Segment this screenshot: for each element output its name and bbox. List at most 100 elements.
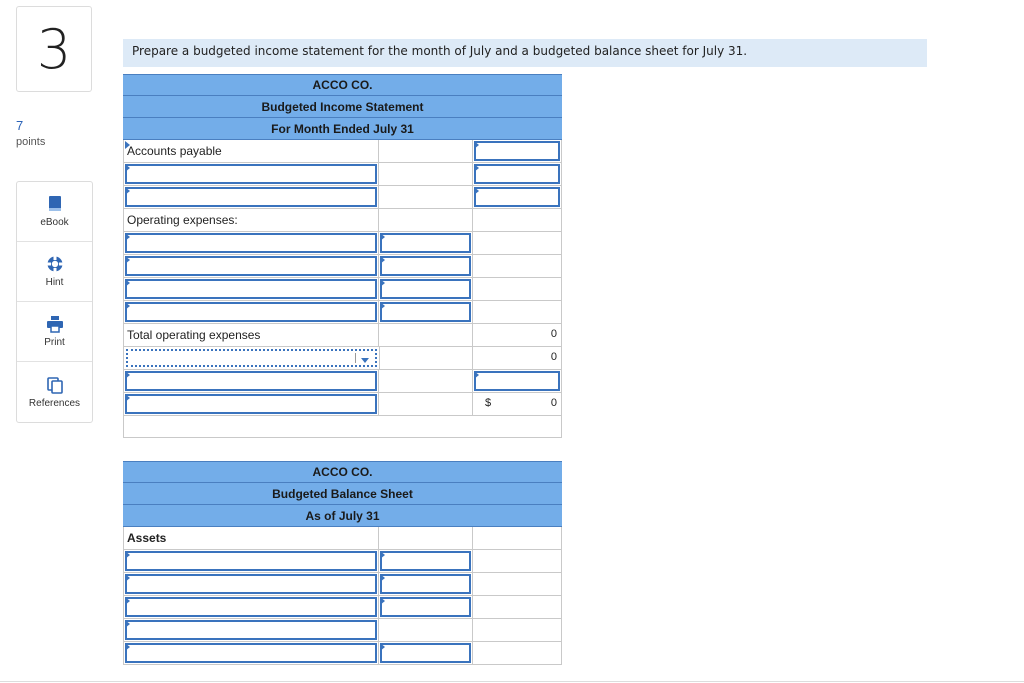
input-marker-icon (125, 256, 130, 264)
table-row (123, 596, 562, 619)
expense-amount-input[interactable] (380, 256, 471, 276)
input-marker-icon (380, 574, 385, 582)
input-marker-icon (474, 371, 479, 379)
expense-label-input[interactable] (125, 233, 377, 253)
question-number: 3 (16, 6, 92, 92)
input-marker-icon (125, 164, 130, 172)
asset-amount-input[interactable] (380, 574, 471, 594)
table-row (123, 642, 562, 665)
input-marker-icon (474, 187, 479, 195)
asset-label-input[interactable] (125, 597, 377, 617)
table-row: Operating expenses: (123, 209, 562, 232)
table-row: 0 (123, 347, 562, 370)
table-row (123, 619, 562, 642)
book-icon (48, 196, 61, 211)
balance-period: As of July 31 (123, 505, 562, 527)
table-row (123, 232, 562, 255)
input-marker-icon (125, 302, 130, 310)
asset-amount-input[interactable] (380, 551, 471, 571)
operating-expenses-label: Operating expenses: (127, 213, 238, 227)
amount-input[interactable] (474, 164, 560, 184)
input-marker-icon (380, 256, 385, 264)
asset-amount-input[interactable] (380, 643, 471, 663)
input-marker-icon (125, 233, 130, 241)
input-marker-icon (380, 551, 385, 559)
points-value: 7 (16, 118, 24, 133)
label-input[interactable] (125, 371, 377, 391)
input-marker-icon (474, 141, 479, 149)
accounts-payable-label: Accounts payable (127, 144, 222, 158)
table-row: Total operating expenses 0 (123, 324, 562, 347)
references-button[interactable]: References (17, 362, 92, 422)
tool-panel: eBook Hint Print References (16, 181, 93, 423)
input-marker-icon (125, 279, 130, 287)
points-label: points (16, 136, 46, 148)
dollar-sign: $ (485, 397, 492, 409)
amount-input[interactable] (474, 371, 560, 391)
table-row (123, 163, 562, 186)
table-spacer (123, 416, 562, 438)
print-label: Print (44, 337, 65, 348)
hint-label: Hint (45, 277, 64, 288)
hint-button[interactable]: Hint (17, 242, 92, 302)
table-row: Assets (123, 527, 562, 550)
table-row: $0 (123, 393, 562, 416)
expense-label-input[interactable] (125, 302, 377, 322)
table-row: Accounts payable (123, 140, 562, 163)
print-button[interactable]: Print (17, 302, 92, 362)
input-marker-icon (380, 233, 385, 241)
chevron-down-icon (361, 358, 369, 363)
asset-amount-input[interactable] (380, 597, 471, 617)
expense-label-input[interactable] (125, 256, 377, 276)
dropdown-row-value: 0 (550, 351, 557, 363)
label-input[interactable] (125, 187, 377, 207)
asset-label-input[interactable] (125, 574, 377, 594)
question-prompt: Prepare a budgeted income statement for … (123, 39, 927, 67)
expense-amount-input[interactable] (380, 279, 471, 299)
balance-title: Budgeted Balance Sheet (123, 483, 562, 505)
input-marker-icon (474, 164, 479, 172)
line-item-dropdown[interactable] (126, 349, 377, 367)
printer-icon (46, 316, 63, 333)
table-row (123, 550, 562, 573)
table-row (123, 573, 562, 596)
final-total-value: 0 (550, 397, 557, 409)
input-marker-icon (380, 279, 385, 287)
input-marker-icon (125, 187, 130, 195)
copy-icon (46, 376, 63, 394)
page-bottom-divider (0, 681, 1024, 682)
balance-sheet-table: ACCO CO. Budgeted Balance Sheet As of Ju… (123, 461, 562, 665)
label-input[interactable] (125, 394, 377, 414)
input-marker-icon (125, 551, 130, 559)
table-row (123, 255, 562, 278)
expense-amount-input[interactable] (380, 302, 471, 322)
lifebuoy-icon (46, 256, 63, 272)
ebook-button[interactable]: eBook (17, 182, 92, 242)
total-operating-expenses-label: Total operating expenses (127, 328, 261, 342)
input-marker-icon (125, 643, 130, 651)
total-operating-expenses-value: 0 (550, 328, 557, 340)
amount-input[interactable] (474, 187, 560, 207)
input-marker-icon (125, 371, 130, 379)
amount-input[interactable] (474, 141, 560, 161)
asset-label-input[interactable] (125, 551, 377, 571)
references-label: References (28, 397, 81, 409)
income-title: Budgeted Income Statement (123, 96, 562, 118)
assets-label: Assets (127, 531, 167, 545)
table-row (123, 278, 562, 301)
table-row (123, 186, 562, 209)
input-marker-icon (125, 597, 130, 605)
asset-label-input[interactable] (125, 643, 377, 663)
input-marker-icon (125, 574, 130, 582)
ebook-label: eBook (40, 217, 69, 228)
input-marker-icon (380, 643, 385, 651)
expense-label-input[interactable] (125, 279, 377, 299)
input-marker-icon (380, 302, 385, 310)
income-period: For Month Ended July 31 (123, 118, 562, 140)
label-input[interactable] (125, 164, 377, 184)
table-row (123, 301, 562, 324)
expense-amount-input[interactable] (380, 233, 471, 253)
dropdown-divider (355, 353, 356, 363)
table-row (123, 370, 562, 393)
asset-label-input[interactable] (125, 620, 377, 640)
